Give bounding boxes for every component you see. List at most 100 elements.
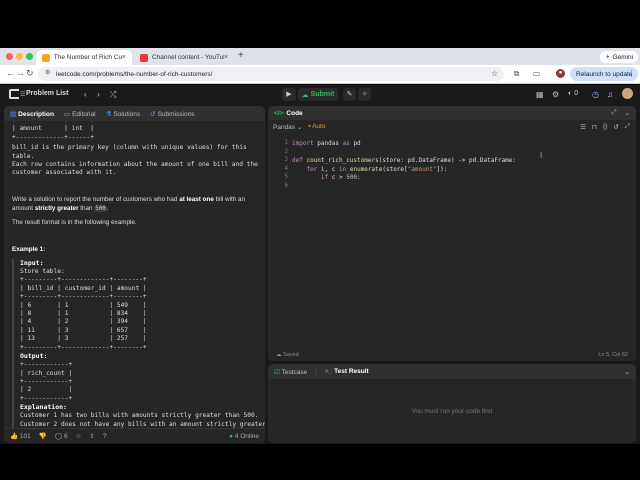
settings-gear-icon[interactable]: ⚙ [552,90,559,99]
auto-mode-toggle[interactable]: ▪ Auto [308,123,325,130]
code-token: count_rich_customers [306,157,379,164]
task-text: . [106,204,109,212]
gemini-button[interactable]: ✦ Gemini [600,51,639,63]
format-icon[interactable]: ☰ [580,123,586,131]
task-bold: at least one [179,195,214,203]
run-button[interactable]: ▶ [282,88,296,101]
code-title: Code [286,109,303,117]
input-store-table: Store table: +---------+-------------+--… [20,268,147,351]
reload-icon[interactable]: ↻ [26,68,34,79]
bookmark-icon[interactable]: ⊓ [592,123,597,131]
result-format-note: The result format is in the following ex… [12,219,137,227]
code-token: enumerate [349,165,383,173]
tab-label: Solutions [113,110,141,118]
terminal-icon: >_ [324,368,333,375]
problem-description: +-------------+------+ | amount | int | … [4,121,265,428]
prev-problem-icon[interactable]: ‹ [84,90,87,99]
language-label: Pandas [273,123,296,131]
tab-label: Description [18,110,54,118]
extensions-icon[interactable]: ⧉ [512,69,521,78]
input-label: Input: [20,259,44,268]
browser-tab-title: Channel content - YouTube S… [151,54,224,61]
description-panel: ▤ Description ▭ Editorial ⚗ Solutions ↺ Subm… [4,106,265,443]
problem-list-link[interactable]: Problem List [26,90,68,97]
reset-icon[interactable]: ↺ [613,123,618,131]
tab-submissions[interactable]: ↺ Submissions [150,110,194,118]
code-line: import pandas as pd [292,140,361,147]
menu-kebab-icon[interactable]: ⋮ [627,69,636,78]
close-tab-icon[interactable]: × [122,54,126,61]
braces-icon[interactable]: {} [603,123,607,130]
help-icon[interactable]: ? [103,433,107,440]
notes-icon[interactable]: ✎ [343,88,356,101]
leetcode-favicon-icon [42,53,50,62]
code-token: for [306,165,318,173]
submit-button[interactable]: ☁ Submit [298,88,338,101]
thumbs-up-icon: 👍 [10,433,19,440]
code-editor[interactable]: 1 2 3 4 5 6 import pandas as pd def coun… [268,136,636,346]
ai-assist-icon[interactable]: ✧ [358,88,371,101]
explanation-label: Explanation: [20,403,67,412]
timer-icon[interactable]: ◷ [592,90,599,99]
text-cursor-icon: I [540,151,543,160]
document-icon: ▤ [10,110,17,118]
favorite-star-icon[interactable]: ☆ [76,432,82,440]
dislike-button[interactable]: 👎 [39,432,47,440]
cloud-check-icon: ☁ [276,351,282,358]
streak-counter[interactable]: ◐ 0 [568,90,578,97]
relaunch-label: Relaunch to update [576,70,633,78]
window-close-button[interactable] [6,53,13,60]
fullscreen-icon[interactable]: ⤢ [625,123,630,131]
book-icon: ▭ [63,110,71,118]
site-info-icon[interactable]: ⚙ [45,69,50,76]
tab-solutions[interactable]: ⚗ Solutions [106,110,141,118]
submit-label: Submit [310,91,335,98]
user-avatar[interactable] [622,88,633,99]
leetcode-logo-icon[interactable] [9,89,19,99]
like-button[interactable]: 👍 101 [10,432,31,440]
task-bold: strictly greater [34,204,79,212]
line-number: 5 [284,174,289,180]
comment-icon: ◯ [54,433,63,440]
online-label: 4 Online [234,432,259,440]
window-zoom-button[interactable] [26,53,33,60]
profile-icon[interactable]: ● [556,69,565,78]
code-header: </> Code ⤢ ⌄ [268,106,636,120]
window-minimize-button[interactable] [16,53,23,60]
layout-icon[interactable]: ▦ [536,90,544,99]
saved-status: ☁ Saved [276,352,299,358]
browser-tab-youtube[interactable]: Channel content - YouTube S… × [134,50,234,65]
cast-icon[interactable]: ▭ [532,69,541,78]
like-count: 101 [19,433,31,440]
maximize-icon[interactable]: ⤢ [611,109,616,117]
streak-count: 0 [574,90,579,97]
panel-menu-icon[interactable]: ⌄ [625,109,630,117]
panel-collapse-icon[interactable]: ⌄ [625,368,630,376]
comments-button[interactable]: ◯ 6 [55,432,68,440]
language-select[interactable]: Pandas ⌄ [273,123,302,131]
tab-editorial[interactable]: ▭ Editorial [64,110,96,118]
bookmark-star-icon[interactable]: ☆ [491,69,498,78]
back-arrow-icon[interactable]: ← [6,68,15,78]
forward-arrow-icon[interactable]: → [16,68,25,78]
test-tabs: ☑ Testcase | >_ Test Result ⌄ [268,364,636,379]
code-status-bar: ☁ Saved Ln 5, Col 62 [268,348,636,361]
line-number: 1 [284,140,289,146]
code-token: as [342,140,350,147]
example-block: Input: Store table: +---------+---------… [12,259,265,428]
next-problem-icon[interactable]: › [97,90,100,99]
line-number: 2 [284,148,289,155]
browser-tab-leetcode[interactable]: The Number of Rich Custome… × [36,50,132,65]
share-icon[interactable]: ⇪ [89,432,94,440]
notifications-bell-icon[interactable]: ♫ [607,90,613,99]
online-dot-icon: ● [229,432,233,440]
address-bar[interactable]: ⚙ leetcode.com/problems/the-number-of-ri… [38,67,504,81]
tab-description[interactable]: ▤ Description [10,110,54,118]
shuffle-icon[interactable]: ⤮ [110,90,116,100]
tab-testcase[interactable]: ☑ Testcase [274,368,307,376]
code-token: 500 [346,174,358,181]
new-tab-icon[interactable]: + [238,50,244,61]
close-tab-icon[interactable]: × [224,54,228,61]
tab-test-result[interactable]: >_ Test Result [325,368,369,375]
url-text: leetcode.com/problems/the-number-of-rich… [56,70,213,78]
